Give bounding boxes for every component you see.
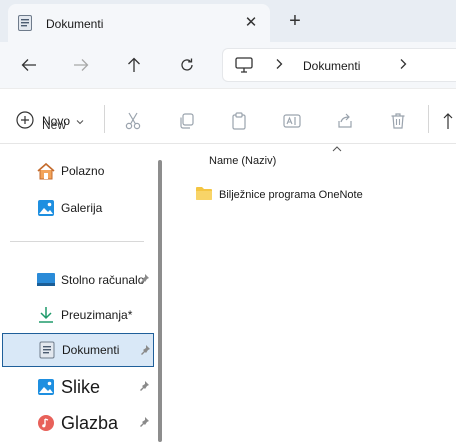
pin-icon[interactable] (138, 273, 150, 288)
sidebar-item-dokumenti[interactable]: Dokumenti (2, 333, 154, 367)
sidebar-item-label: Dokumenti (62, 343, 120, 357)
clipboard-icon (232, 112, 246, 130)
new-label-overlay: New (42, 118, 67, 132)
rename-icon (283, 114, 301, 128)
command-bar: Novo New (0, 88, 456, 144)
download-icon (36, 305, 56, 325)
scissors-icon (125, 112, 141, 130)
forward-button[interactable] (67, 52, 95, 78)
share-button[interactable] (335, 111, 355, 131)
sidebar-item-label: Stolno računalo (61, 273, 145, 287)
close-tab-button[interactable]: ✕ (240, 11, 262, 33)
back-button[interactable] (15, 52, 43, 78)
list-item[interactable]: Bilježnice programa OneNote (195, 185, 363, 205)
sidebar-item-polazno[interactable]: Polazno (2, 154, 154, 188)
pictures-icon (36, 377, 56, 397)
trash-icon (391, 113, 405, 129)
documents-icon (37, 340, 57, 360)
sort-icon (443, 113, 453, 129)
chevron-down-icon (76, 114, 84, 128)
arrow-up-icon (128, 57, 140, 72)
sort-button[interactable] (440, 111, 456, 131)
separator (428, 105, 429, 133)
rename-button[interactable] (282, 111, 302, 131)
refresh-icon (181, 58, 193, 71)
up-button[interactable] (120, 52, 148, 78)
gallery-icon (36, 198, 56, 218)
sidebar-item-slike[interactable]: Slike (2, 370, 154, 404)
pin-icon[interactable] (138, 380, 150, 395)
file-list: Name (Naziv) Bilježnice programa OneNote (170, 145, 456, 442)
title-bar: Dokumenti ✕ + (0, 0, 456, 42)
copy-icon (180, 113, 194, 129)
copy-button[interactable] (176, 111, 196, 131)
pin-icon[interactable] (138, 416, 150, 431)
tab-dokumenti[interactable]: Dokumenti ✕ (8, 4, 270, 42)
sidebar-item-glazba[interactable]: Glazba (2, 406, 154, 440)
cut-button[interactable] (123, 111, 143, 131)
sidebar-item-label: Slike (61, 376, 101, 397)
chevron-right-icon[interactable] (399, 58, 407, 73)
sidebar-item-label: Glazba (61, 412, 119, 433)
pin-icon[interactable] (139, 344, 151, 359)
share-icon (338, 113, 352, 128)
breadcrumb-dokumenti[interactable]: Dokumenti (303, 59, 360, 73)
separator (10, 241, 144, 242)
sidebar-item-stolno-racunalo[interactable]: Stolno računalo (2, 263, 154, 297)
computer-icon (235, 57, 253, 76)
sidebar-item-label: Preuzimanja* (61, 308, 133, 322)
delete-button[interactable] (388, 111, 408, 131)
separator (104, 105, 105, 133)
chevron-right-icon[interactable] (275, 58, 283, 73)
new-button[interactable]: Novo New (16, 109, 84, 133)
sort-ascending-icon (332, 141, 342, 155)
paste-button[interactable] (229, 111, 249, 131)
tab-title: Dokumenti (46, 17, 104, 31)
file-name: Bilježnice programa OneNote (219, 189, 363, 201)
new-tab-button[interactable]: + (284, 10, 306, 32)
arrow-left-icon (21, 59, 36, 71)
column-header-name[interactable]: Name (Naziv) (209, 155, 276, 167)
music-icon (36, 413, 56, 433)
add-icon (16, 110, 34, 132)
sidebar-item-galerija[interactable]: Galerija (2, 191, 154, 225)
sidebar-item-label: Polazno (61, 164, 105, 178)
new-button-label: Novo New (42, 114, 70, 132)
sidebar-item-preuzimanja[interactable]: Preuzimanja* (2, 298, 154, 332)
arrow-right-icon (74, 59, 89, 71)
refresh-button[interactable] (173, 52, 201, 78)
navigation-bar: Dokumenti (0, 42, 456, 88)
navigation-pane: Polazno Galerija Stolno računalo Preuzim… (0, 145, 160, 442)
address-bar[interactable]: Dokumenti (222, 48, 456, 82)
folder-icon (195, 186, 213, 204)
sidebar-item-label: Galerija (61, 201, 103, 215)
documents-icon (18, 15, 32, 31)
sidebar-scrollbar[interactable] (158, 160, 162, 442)
desktop-icon (36, 270, 56, 290)
home-icon (36, 161, 56, 181)
